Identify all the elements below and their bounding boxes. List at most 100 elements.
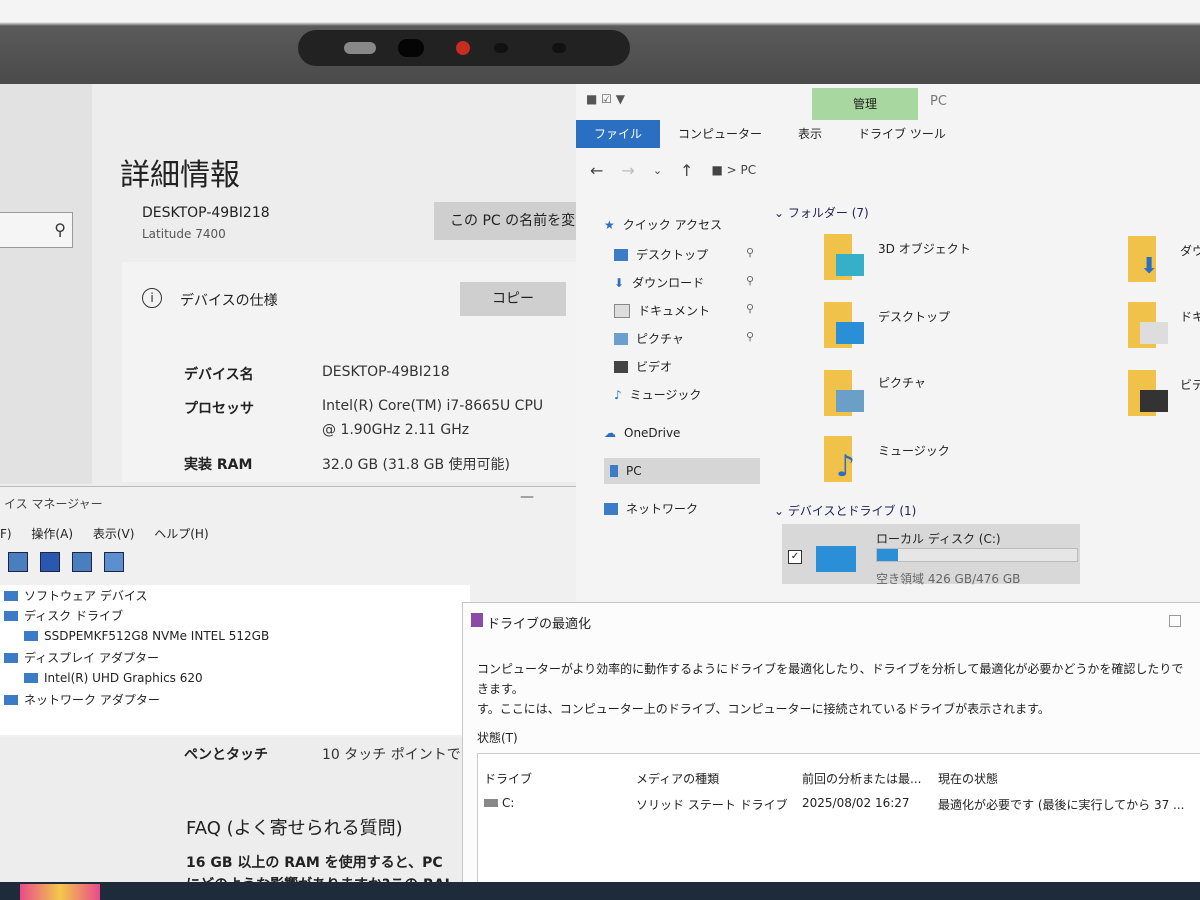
column-header-current-status[interactable]: 現在の状態 xyxy=(938,770,998,787)
windows-drive-icon xyxy=(816,546,856,572)
device-tree: ソフトウェア デバイス ディスク ドライブ SSDPEMKF512G8 NVMe… xyxy=(0,585,470,735)
nav-documents[interactable]: ドキュメント xyxy=(614,302,710,319)
settings-search-input[interactable]: ⚲ xyxy=(0,212,73,248)
folder-icon[interactable]: ♪ xyxy=(824,436,868,482)
page-title: 詳細情報 xyxy=(120,158,240,193)
disk-icon xyxy=(4,610,18,621)
nav-desktop[interactable]: デスクトップ xyxy=(614,246,708,263)
column-header-media-type[interactable]: メディアの種類 xyxy=(636,770,719,787)
menu-file[interactable]: F) xyxy=(0,527,12,541)
column-header-drive[interactable]: ドライブ xyxy=(484,770,532,787)
status-label: 状態(T) xyxy=(477,731,518,745)
nav-downloads[interactable]: ⬇ ダウンロード xyxy=(614,274,704,291)
dialog-description: コンピューターがより効率的に動作するようにドライブを最適化したり、ドライブを分析… xyxy=(477,662,1184,716)
monitor-icon[interactable] xyxy=(104,552,124,572)
tree-node-display-adapters[interactable]: ディスプレイ アダプター xyxy=(4,649,159,666)
folders-group-header[interactable]: ⌄ フォルダー (7) xyxy=(774,204,869,221)
chevron-down-icon[interactable]: ⌄ xyxy=(653,164,662,177)
pin-icon[interactable]: ⚲ xyxy=(746,330,754,343)
pictures-icon xyxy=(614,332,628,345)
folder-desktop[interactable]: デスクトップ xyxy=(878,308,950,325)
spec-label-ram: 実装 RAM xyxy=(184,457,253,473)
info-icon: i xyxy=(142,288,162,308)
up-arrow-icon[interactable]: ↑ xyxy=(680,161,693,180)
folder-icon[interactable] xyxy=(824,370,868,416)
folder-videos[interactable]: ビデ xyxy=(1180,376,1200,393)
device-manager-title: イス マネージャー xyxy=(4,497,103,511)
display-icon xyxy=(4,652,18,663)
disk-icon xyxy=(24,631,38,641)
spec-value-ram: 32.0 GB (31.8 GB 使用可能) xyxy=(322,457,510,473)
folder-icon[interactable] xyxy=(824,302,868,348)
document-icon xyxy=(614,303,630,318)
quick-access-toolbar[interactable]: ■ ☑ ▼ xyxy=(586,92,625,106)
settings-sidebar xyxy=(0,84,92,484)
tree-node-network-adapters[interactable]: ネットワーク アダプター xyxy=(4,691,160,708)
menu-help[interactable]: ヘルプ(H) xyxy=(154,527,208,541)
spec-label-pen-touch: ペンとタッチ xyxy=(184,747,268,763)
copy-button[interactable]: コピー xyxy=(460,282,566,316)
desktop-icon xyxy=(614,248,628,261)
navigation-bar: ← → ⌄ ↑ ■ > PC xyxy=(576,148,1200,192)
nav-pictures[interactable]: ピクチャ xyxy=(614,330,684,347)
tree-node-disk-drives[interactable]: ディスク ドライブ xyxy=(4,607,123,624)
folder-icon[interactable] xyxy=(1128,302,1172,348)
drives-table: ドライブ メディアの種類 前回の分析または最... 現在の状態 C: ソリッド … xyxy=(477,753,1200,900)
minimize-button[interactable]: — xyxy=(520,489,534,505)
cloud-icon: ☁ xyxy=(604,426,616,440)
spec-label-processor: プロセッサ xyxy=(184,401,254,417)
tab-file[interactable]: ファイル xyxy=(576,120,661,148)
table-row-drive[interactable]: C: xyxy=(484,796,514,810)
nav-music[interactable]: ♪ ミュージック xyxy=(614,386,701,403)
drive-usage-bar xyxy=(876,548,1078,562)
device-hostname: DESKTOP-49BI218 xyxy=(142,205,270,221)
nav-onedrive[interactable]: ☁ OneDrive xyxy=(604,426,680,440)
device-specs-heading: デバイスの仕様 xyxy=(180,293,278,309)
nav-network[interactable]: ネットワーク xyxy=(604,500,698,517)
tree-node-nvme-disk[interactable]: SSDPEMKF512G8 NVMe INTEL 512GB xyxy=(24,629,269,643)
nav-videos[interactable]: ビデオ xyxy=(614,358,672,375)
laptop-bezel xyxy=(0,0,1200,84)
maximize-button[interactable] xyxy=(1169,615,1181,627)
folder-icon[interactable] xyxy=(824,234,868,280)
ir-sensor xyxy=(494,43,508,53)
folder-icon[interactable]: ⬇ xyxy=(1128,236,1172,282)
tree-node-software-devices[interactable]: ソフトウェア デバイス xyxy=(4,587,147,604)
folder-pictures[interactable]: ピクチャ xyxy=(878,374,926,391)
tab-computer[interactable]: コンピューター xyxy=(660,120,780,148)
menu-action[interactable]: 操作(A) xyxy=(31,527,73,541)
update-driver-icon[interactable] xyxy=(72,552,92,572)
tab-view[interactable]: 表示 xyxy=(780,120,840,148)
menu-view[interactable]: 表示(V) xyxy=(93,527,135,541)
faq-question-link[interactable]: 16 GB 以上の RAM を使用すると、PC xyxy=(186,852,443,872)
nav-pc[interactable]: PC xyxy=(610,464,642,478)
back-arrow-icon[interactable]: ← xyxy=(590,161,603,180)
spec-value-processor: Intel(R) Core(TM) i7-8665U CPU xyxy=(322,398,544,414)
taskbar xyxy=(0,882,1200,900)
tab-drive-tools[interactable]: ドライブ ツール xyxy=(840,120,964,148)
column-header-last-analyzed[interactable]: 前回の分析または最... xyxy=(802,770,921,787)
screen: ⚲ 詳細情報 DESKTOP-49BI218 Latitude 7400 この … xyxy=(0,84,1200,900)
forward-arrow-icon[interactable]: → xyxy=(621,161,634,180)
device-model: Latitude 7400 xyxy=(142,227,226,241)
tree-node-intel-uhd[interactable]: Intel(R) UHD Graphics 620 xyxy=(24,671,203,685)
dialog-title: ドライブの最適化 xyxy=(487,617,592,632)
ribbon-manage-tab[interactable]: 管理 xyxy=(812,88,918,120)
drive-select-checkbox[interactable]: ✓ xyxy=(788,550,802,564)
pin-icon[interactable]: ⚲ xyxy=(746,246,754,259)
properties-icon[interactable] xyxy=(8,552,28,572)
breadcrumb[interactable]: ■ > PC xyxy=(711,163,756,177)
folder-downloads[interactable]: ダウ xyxy=(1180,242,1200,259)
folder-documents[interactable]: ドキ xyxy=(1180,308,1200,325)
pin-icon[interactable]: ⚲ xyxy=(746,302,754,315)
folder-3d-objects[interactable]: 3D オブジェクト xyxy=(878,240,971,257)
help-icon[interactable] xyxy=(40,552,60,572)
folder-music[interactable]: ミュージック xyxy=(878,442,950,459)
drives-group-header[interactable]: ⌄ デバイスとドライブ (1) xyxy=(774,502,916,519)
folder-icon[interactable] xyxy=(1128,370,1172,416)
nav-quick-access[interactable]: ★ クイック アクセス xyxy=(604,216,722,233)
file-explorer-window: ■ ☑ ▼ 管理 PC ファイル コンピューター 表示 ドライブ ツール ← →… xyxy=(576,84,1200,604)
network-icon xyxy=(604,502,618,515)
ir-sensor-2 xyxy=(552,43,566,53)
pin-icon[interactable]: ⚲ xyxy=(746,274,754,287)
